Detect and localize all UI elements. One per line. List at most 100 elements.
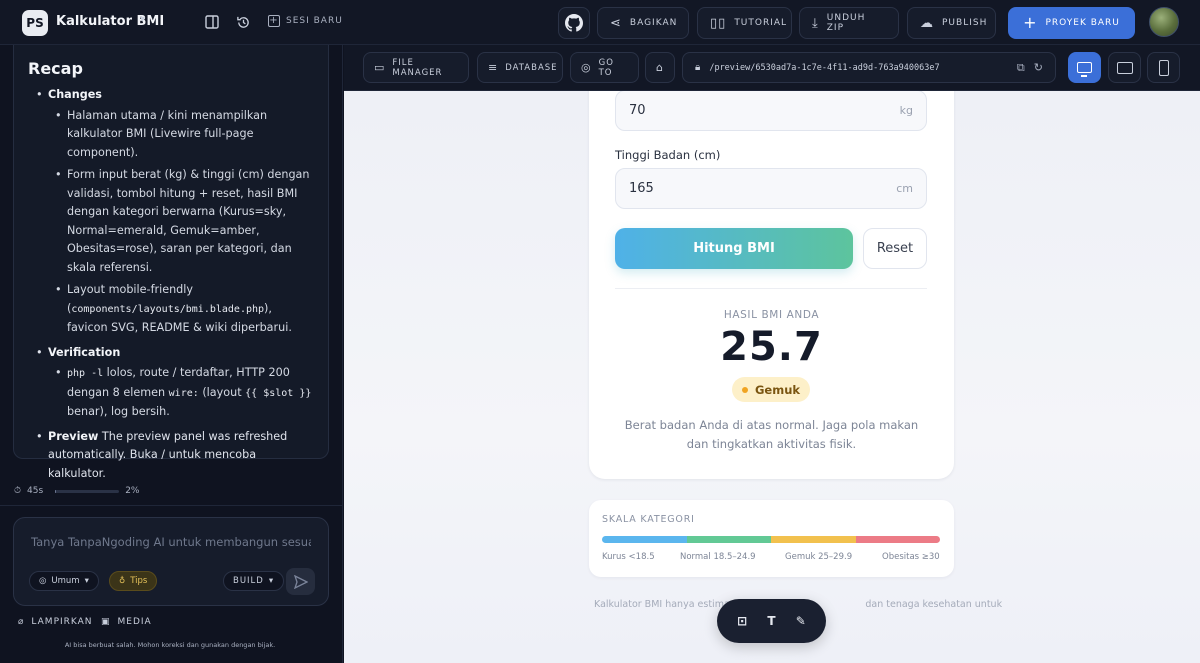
database-icon: ≡ — [488, 61, 499, 74]
new-project-button[interactable]: + PROYEK BARU — [1008, 7, 1135, 39]
tips-button[interactable]: ♁ Tips — [109, 571, 158, 591]
scale-title: SKALA KATEGORI — [602, 514, 695, 525]
share-icon: ⋖ — [610, 15, 622, 31]
recap-message: Recap Changes Halaman utama / kini menam… — [13, 45, 329, 480]
list-item: Form input berat (kg) & tinggi (cm) deng… — [48, 166, 314, 277]
elapsed-time: 45s — [27, 486, 44, 496]
advice-text: Berat badan Anda di atas normal. Jaga po… — [624, 418, 919, 451]
go-to-button[interactable]: ◎ GO TO — [570, 52, 639, 83]
divider — [0, 505, 343, 506]
list-item: Layout mobile-friendly (components/layou… — [48, 281, 314, 338]
image-icon: ▣ — [101, 617, 111, 627]
result-label: HASIL BMI ANDA — [723, 309, 820, 321]
tablet-view-button[interactable] — [1108, 52, 1141, 83]
attach-button[interactable]: ⌀ LAMPIRKAN — [18, 617, 93, 627]
divider — [615, 288, 927, 289]
send-icon — [293, 574, 308, 589]
tablet-icon — [1116, 61, 1133, 74]
chevron-down-icon[interactable]: ▾ — [140, 14, 145, 25]
changes-section: Changes Halaman utama / kini menampilkan… — [28, 86, 314, 338]
publish-button[interactable]: ☁ PUBLISH — [907, 7, 996, 39]
preview-url-bar[interactable]: 🔒︎ /preview/6530ad7a-1c7e-4f11-ad9d-763a… — [682, 52, 1056, 83]
refresh-icon[interactable]: ↻ — [1034, 61, 1043, 74]
preview-toolbar: ▭ FILE MANAGER ≡ DATABASE ◎ GO TO ⌂ 🔒︎ /… — [344, 45, 1200, 91]
github-button[interactable] — [558, 7, 590, 39]
database-button[interactable]: ≡ DATABASE — [477, 52, 563, 83]
scale-segment-kurus — [602, 536, 687, 543]
cloud-upload-icon: ☁ — [920, 15, 934, 31]
globe-icon: ◎ — [39, 576, 47, 586]
scale-label-normal: Normal 18.5–24.9 — [680, 552, 756, 562]
history-icon[interactable] — [233, 12, 253, 32]
chat-panel: Recap Changes Halaman utama / kini menam… — [0, 45, 343, 663]
share-button[interactable]: ⋖ BAGIKAN — [597, 7, 689, 39]
verification-section: Verification php -l lolos, route / terda… — [28, 344, 314, 422]
plus-square-icon: + — [268, 15, 280, 27]
category-scale-card: SKALA KATEGORI Kurus <18.5 Normal 18.5–2… — [589, 500, 954, 577]
book-icon: ▯▯ — [710, 15, 727, 31]
calculate-bmi-button[interactable]: Hitung BMI — [615, 228, 853, 269]
preview-section: Preview The preview panel was refreshed … — [28, 428, 314, 484]
scale-bar — [602, 536, 940, 543]
file-manager-button[interactable]: ▭ FILE MANAGER — [363, 52, 469, 83]
project-title[interactable]: Kalkulator BMI — [56, 14, 164, 29]
editor-floating-toolbar: ⊡ T ✎ — [717, 599, 826, 643]
folder-icon: ▭ — [374, 61, 386, 74]
avatar[interactable] — [1149, 7, 1179, 37]
mobile-view-button[interactable] — [1147, 52, 1180, 83]
plus-icon: + — [1023, 13, 1038, 32]
height-label: Tinggi Badan (cm) — [615, 148, 721, 162]
app-logo[interactable]: PS — [22, 10, 48, 36]
scale-segment-gemuk — [771, 536, 856, 543]
mode-select[interactable]: ◎ Umum ▾ — [29, 571, 99, 591]
tutorial-button[interactable]: ▯▯ TUTORIAL — [697, 7, 792, 39]
chat-composer: Tanya TanpaNgoding AI untuk membangun se… — [13, 517, 329, 606]
category-badge: Gemuk — [732, 377, 810, 402]
chevron-down-icon: ▾ — [84, 576, 89, 586]
scale-segment-obesitas — [855, 536, 940, 543]
top-bar: PS Kalkulator BMI ▾ + SESI BARU ⋖ BAGIKA… — [0, 0, 1200, 45]
new-session-button[interactable]: + SESI BARU — [268, 15, 343, 27]
paperclip-icon: ⌀ — [18, 617, 25, 627]
weight-input[interactable]: 70 kg — [615, 91, 927, 131]
desktop-view-button[interactable] — [1068, 52, 1101, 83]
select-element-icon[interactable]: ⊡ — [737, 614, 747, 628]
generation-status: ⏱ 45s 2% — [14, 486, 139, 496]
status-dot — [741, 386, 748, 393]
list-item: Halaman utama / kini menampilkan kalkula… — [48, 107, 314, 163]
prompt-input[interactable]: Tanya TanpaNgoding AI untuk membangun se… — [31, 535, 311, 549]
github-icon — [565, 14, 583, 32]
height-input[interactable]: 165 cm — [615, 168, 927, 209]
progress-bar — [55, 489, 120, 493]
chevron-down-icon: ▾ — [268, 576, 275, 586]
home-icon: ⌂ — [656, 61, 664, 74]
send-button[interactable] — [286, 568, 315, 595]
preview-canvas: 70 kg Tinggi Badan (cm) 165 cm Hitung BM… — [344, 91, 1200, 663]
download-zip-button[interactable]: ⤓ UNDUH ZIP — [799, 7, 899, 39]
desktop-icon — [1077, 62, 1092, 77]
bmi-card: 70 kg Tinggi Badan (cm) 165 cm Hitung BM… — [589, 91, 954, 479]
compass-icon: ◎ — [581, 61, 592, 74]
sidebar-toggle-icon[interactable] — [202, 12, 222, 32]
build-select[interactable]: BUILD ▾ — [223, 571, 285, 591]
edit-pencil-icon[interactable]: ✎ — [796, 614, 806, 628]
timer-icon: ⏱ — [14, 486, 22, 496]
progress-percent: 2% — [125, 486, 140, 496]
reset-button[interactable]: Reset — [863, 228, 927, 269]
open-external-icon[interactable]: ⧉ — [1017, 61, 1025, 75]
lightbulb-icon: ♁ — [119, 576, 126, 586]
recap-title: Recap — [28, 59, 83, 78]
preview-url[interactable]: /preview/6530ad7a-1c7e-4f11-ad9d-763a940… — [709, 63, 1008, 73]
list-item: php -l lolos, route / terdaftar, HTTP 20… — [48, 364, 314, 422]
home-button[interactable]: ⌂ — [645, 52, 675, 83]
scale-label-obesitas: Obesitas ≥30 — [882, 552, 940, 562]
scale-segment-normal — [686, 536, 771, 543]
media-button[interactable]: ▣ MEDIA — [101, 617, 152, 627]
text-tool-icon[interactable]: T — [767, 614, 775, 628]
download-icon: ⤓ — [812, 15, 819, 31]
scale-label-kurus: Kurus <18.5 — [602, 552, 655, 562]
phone-icon — [1158, 59, 1169, 76]
bmi-result-value: 25.7 — [720, 324, 823, 370]
lock-icon: 🔒︎ — [695, 62, 701, 73]
scale-label-gemuk: Gemuk 25–29.9 — [785, 552, 853, 562]
